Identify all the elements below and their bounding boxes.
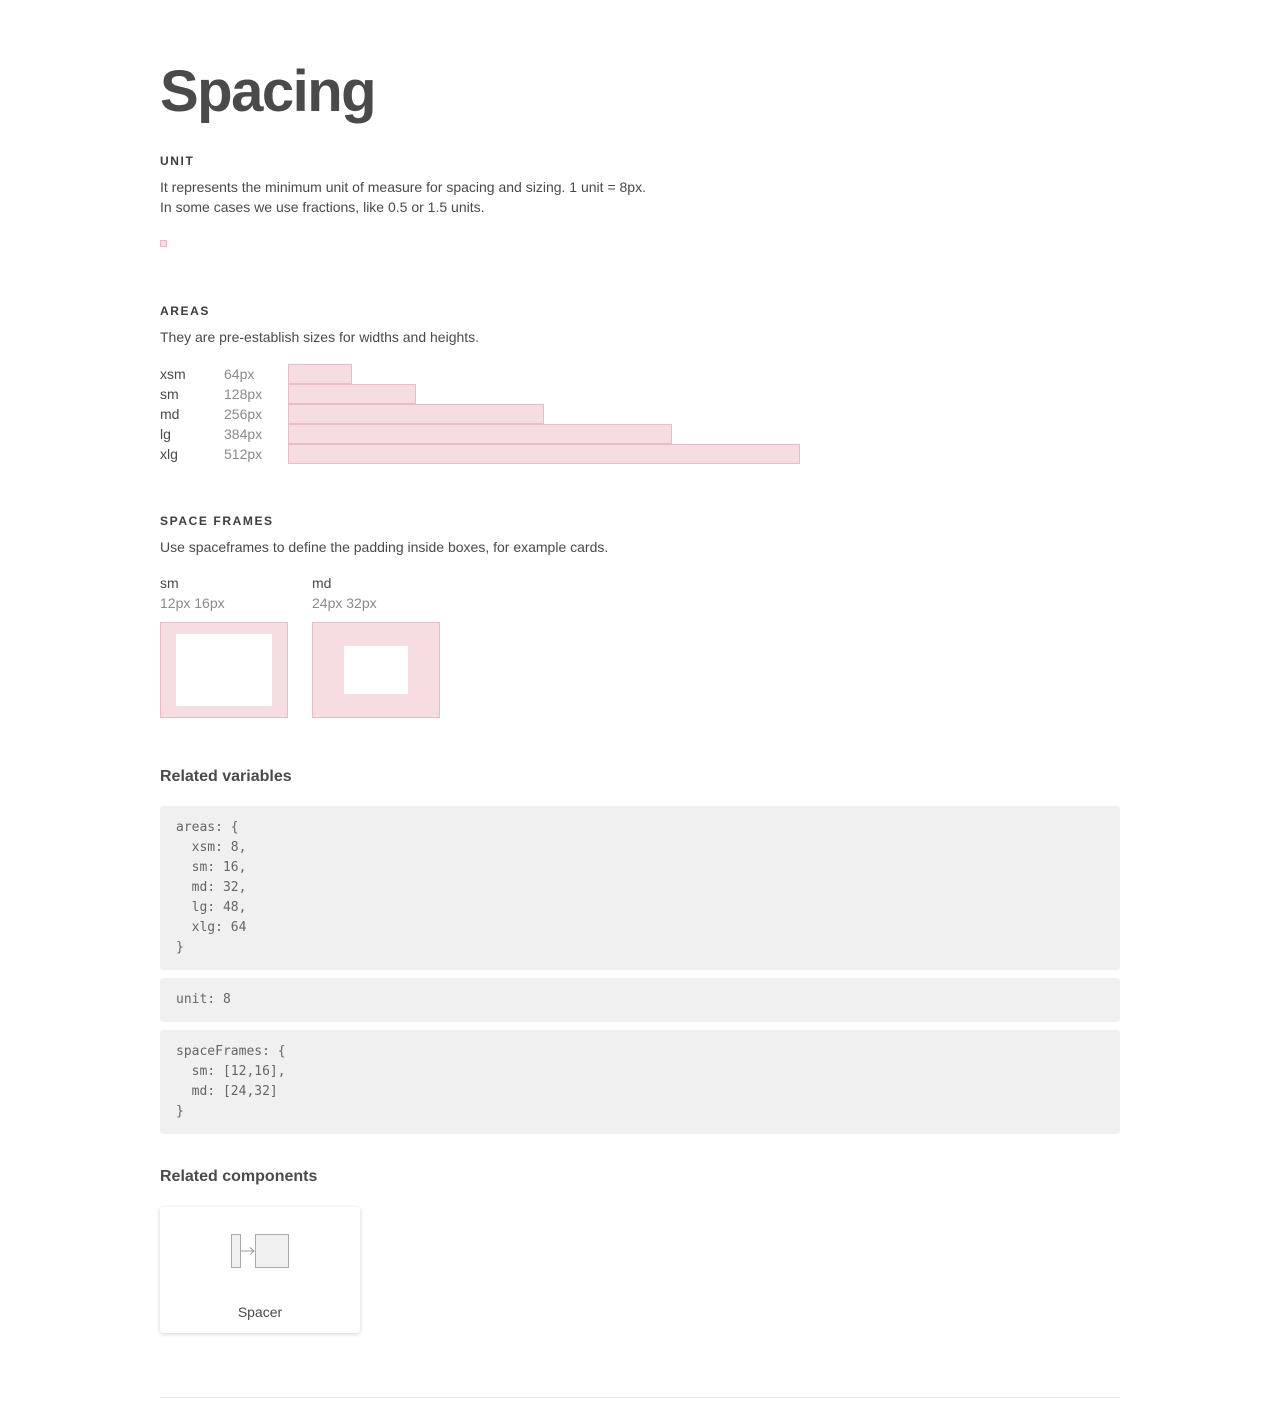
space-frame-content: [176, 634, 272, 706]
unit-section-label: UNIT: [160, 154, 195, 168]
area-size: 64px: [224, 366, 255, 382]
spacer-icon: [231, 1234, 289, 1268]
areas-section-label: AREAS: [160, 304, 211, 318]
area-row-md: md 256px: [160, 404, 860, 424]
related-components-heading: Related components: [160, 1168, 318, 1185]
area-name: sm: [160, 386, 179, 402]
area-size: 256px: [224, 406, 263, 422]
area-row-sm: sm 128px: [160, 384, 860, 404]
unit-description-line-1: It represents the minimum unit of measur…: [160, 179, 646, 195]
code-block-areas[interactable]: areas: { xsm: 8, sm: 16, md: 32, lg: 48,…: [160, 806, 1120, 970]
area-bar: [288, 384, 416, 404]
area-bar: [288, 424, 672, 444]
component-card-label: Spacer: [237, 1304, 283, 1320]
area-bar: [288, 364, 352, 384]
area-name: lg: [160, 426, 171, 442]
space-frames-description: Use spaceframes to define the padding in…: [160, 539, 609, 555]
area-name: md: [160, 406, 180, 422]
space-frame-value: 12px 16px: [160, 595, 225, 611]
space-frame-name: sm: [160, 575, 179, 591]
area-row-lg: lg 384px: [160, 424, 860, 444]
area-name: xsm: [160, 366, 186, 382]
area-bar: [288, 404, 544, 424]
unit-swatch: [160, 240, 167, 247]
area-size: 384px: [224, 426, 263, 442]
area-size: 128px: [224, 386, 263, 402]
area-bar: [288, 444, 800, 464]
component-card-spacer[interactable]: Spacer: [160, 1207, 360, 1333]
space-frame-value: 24px 32px: [312, 595, 377, 611]
space-frames-section-label: SPACE FRAMES: [160, 514, 274, 528]
area-row-xlg: xlg 512px: [160, 444, 860, 464]
code-block-unit[interactable]: unit: 8: [160, 978, 1120, 1022]
unit-description-line-2: In some cases we use fractions, like 0.5…: [160, 199, 485, 215]
space-frame-box: [160, 622, 288, 718]
area-row-xsm: xsm 64px: [160, 364, 860, 384]
space-frame-name: md: [312, 575, 332, 591]
space-frame-box: [312, 622, 440, 718]
areas-description: They are pre-establish sizes for widths …: [160, 329, 480, 345]
area-name: xlg: [160, 446, 178, 462]
related-variables-heading: Related variables: [160, 768, 292, 785]
page-title: Spacing: [160, 59, 377, 124]
space-frame-content: [344, 646, 408, 694]
area-size: 512px: [224, 446, 263, 462]
footer-divider: [160, 1397, 1120, 1398]
code-block-space-frames[interactable]: spaceFrames: { sm: [12,16], md: [24,32] …: [160, 1030, 1120, 1134]
